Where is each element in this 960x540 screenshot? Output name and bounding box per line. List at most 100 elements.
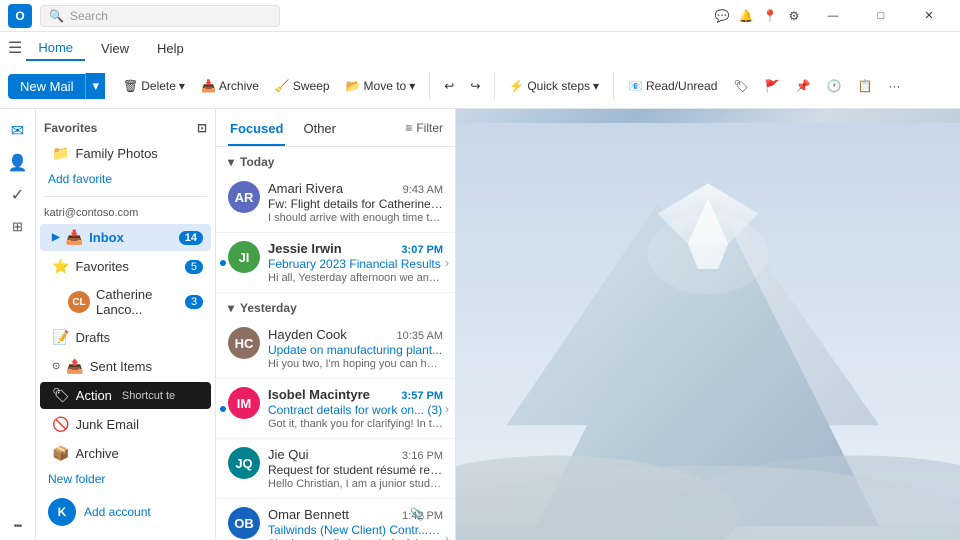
junk-icon: 🚫 bbox=[52, 416, 69, 433]
ribbon-tabs: ☰ Home View Help bbox=[0, 32, 960, 64]
new-mail-dropdown[interactable]: ▾ bbox=[85, 73, 105, 99]
tab-help[interactable]: Help bbox=[145, 37, 196, 60]
isobel-time: 3:57 PM bbox=[401, 390, 443, 402]
view-button[interactable]: 📋 bbox=[852, 76, 879, 96]
sidebar-item-archive[interactable]: 📦 Archive bbox=[40, 440, 211, 467]
add-account[interactable]: K Add account bbox=[36, 492, 215, 532]
hayden-avatar: HC bbox=[228, 327, 260, 359]
pin-icon: 📌 bbox=[796, 79, 811, 93]
divider-3 bbox=[613, 72, 614, 100]
inbox-label: Inbox bbox=[89, 230, 124, 245]
search-box[interactable]: 🔍 Search bbox=[40, 5, 280, 27]
omar-avatar: OB bbox=[228, 507, 260, 539]
archive-button[interactable]: 📥 Archive bbox=[195, 76, 265, 96]
sent-label: Sent Items bbox=[90, 359, 152, 374]
email-hayden[interactable]: HC Hayden Cook 10:35 AM Update on manufa… bbox=[216, 319, 455, 379]
window-controls: — □ ✕ bbox=[810, 0, 952, 32]
nav-apps[interactable]: ⊞ bbox=[4, 213, 32, 241]
hayden-header: Hayden Cook 10:35 AM bbox=[268, 327, 443, 342]
delete-button[interactable]: 🗑 Delete ▾ bbox=[117, 76, 191, 96]
sidebar-item-sent[interactable]: ⊙ 📤 Sent Items bbox=[40, 353, 211, 380]
jessie-sender: Jessie Irwin bbox=[268, 241, 342, 256]
sidebar-item-action[interactable]: 🏷 Action Shortcut te bbox=[40, 382, 211, 409]
sidebar-item-junk[interactable]: 🚫 Junk Email bbox=[40, 411, 211, 438]
redo-button[interactable]: ↪ bbox=[464, 76, 486, 96]
filter-label: Filter bbox=[416, 121, 443, 135]
tab-focused[interactable]: Focused bbox=[228, 117, 285, 146]
new-folder-link[interactable]: New folder bbox=[36, 468, 215, 490]
email-jie[interactable]: JQ Jie Qui 3:16 PM Request for student r… bbox=[216, 439, 455, 499]
jie-sender: Jie Qui bbox=[268, 447, 308, 462]
sidebar-item-drafts[interactable]: 📝 Drafts bbox=[40, 324, 211, 351]
group-yesterday[interactable]: ▾ Yesterday bbox=[216, 293, 455, 319]
sidebar-item-catherine[interactable]: CL Catherine Lanco... 3 bbox=[40, 282, 211, 322]
jessie-avatar: JI bbox=[228, 241, 260, 273]
expand-sent-icon: ⊙ bbox=[52, 361, 60, 372]
email-amari[interactable]: AR Amari Rivera 9:43 AM Fw: Flight detai… bbox=[216, 173, 455, 233]
tab-home[interactable]: Home bbox=[26, 36, 85, 61]
group-today[interactable]: ▾ Today bbox=[216, 147, 455, 173]
pin-button[interactable]: 📌 bbox=[790, 76, 817, 96]
move-to-button[interactable]: 📂 Move to ▾ bbox=[340, 76, 422, 96]
title-bar-right: 💬 🔔 📍 ⚙ — □ ✕ bbox=[714, 0, 952, 32]
sidebar-item-family-photos[interactable]: 📁 Family Photos bbox=[40, 140, 211, 167]
catherine-badge: 3 bbox=[185, 295, 203, 309]
settings-icon[interactable]: ⚙ bbox=[786, 8, 802, 24]
jessie-header: Jessie Irwin 3:07 PM bbox=[268, 241, 443, 256]
email-omar[interactable]: 📎 › OB Omar Bennett 1:42 PM Tailwinds (N… bbox=[216, 499, 455, 540]
new-mail-button[interactable]: New Mail bbox=[8, 74, 85, 99]
favorites-header: Favorites ⊡ bbox=[36, 117, 215, 139]
read-unread-button[interactable]: 📧 Read/Unread bbox=[622, 76, 723, 96]
flag-icon: 🚩 bbox=[765, 79, 780, 93]
email-jessie[interactable]: › JI Jessie Irwin 3:07 PM February 2023 … bbox=[216, 233, 455, 293]
nav-mail[interactable]: ✉ bbox=[4, 117, 32, 145]
add-favorite-link[interactable]: Add favorite bbox=[36, 168, 215, 190]
tab-view[interactable]: View bbox=[89, 37, 141, 60]
archive-icon: 📥 bbox=[201, 79, 216, 93]
favorites-expand-icon[interactable]: ⊡ bbox=[197, 121, 207, 135]
nav-people[interactable]: 👤 bbox=[4, 149, 32, 177]
chat-icon[interactable]: 💬 bbox=[714, 8, 730, 24]
tag-button[interactable]: 🏷 bbox=[727, 76, 754, 96]
more-button[interactable]: ··· bbox=[882, 76, 906, 96]
hayden-preview: Hi you two, I'm hoping you can help me bbox=[268, 358, 443, 370]
nav-tasks[interactable]: ✓ bbox=[4, 181, 32, 209]
undo-button[interactable]: ↩ bbox=[438, 76, 460, 96]
tab-other[interactable]: Other bbox=[301, 117, 338, 146]
amari-subject: Fw: Flight details for Catherine's gr... bbox=[268, 197, 443, 211]
sidebar: Favorites ⊡ 📁 Family Photos Add favorite… bbox=[36, 109, 216, 540]
hayden-sender: Hayden Cook bbox=[268, 327, 347, 342]
sidebar-item-favorites[interactable]: ⭐ Favorites 5 bbox=[40, 253, 211, 280]
group-today-chevron: ▾ bbox=[228, 155, 234, 169]
isobel-header: Isobel Macintyre 3:57 PM bbox=[268, 387, 443, 402]
maximize-button[interactable]: □ bbox=[858, 0, 904, 32]
location-icon[interactable]: 📍 bbox=[762, 8, 778, 24]
jessie-content: Jessie Irwin 3:07 PM February 2023 Finan… bbox=[268, 241, 443, 284]
clock-button[interactable]: 🕐 bbox=[821, 76, 848, 96]
sweep-button[interactable]: 🧹 Sweep bbox=[269, 76, 336, 96]
jessie-preview: Hi all, Yesterday afternoon we announced… bbox=[268, 272, 443, 284]
email-isobel[interactable]: › IM Isobel Macintyre 3:57 PM Contract d… bbox=[216, 379, 455, 439]
nav-more[interactable]: ••• bbox=[4, 512, 32, 540]
ribbon: ☰ Home View Help New Mail ▾ 🗑 Delete ▾ 📥… bbox=[0, 32, 960, 109]
omar-sender: Omar Bennett bbox=[268, 507, 349, 522]
jie-time: 3:16 PM bbox=[402, 450, 443, 462]
family-photos-label: Family Photos bbox=[75, 146, 157, 161]
folder-icon: 📁 bbox=[52, 145, 69, 162]
close-button[interactable]: ✕ bbox=[906, 0, 952, 32]
isobel-sender: Isobel Macintyre bbox=[268, 387, 370, 402]
drafts-label: Drafts bbox=[75, 330, 110, 345]
notification-icon[interactable]: 🔔 bbox=[738, 8, 754, 24]
sidebar-item-inbox[interactable]: ▶ 📥 Inbox 14 bbox=[40, 224, 211, 251]
flag-button[interactable]: 🚩 bbox=[759, 76, 786, 96]
quick-steps-button[interactable]: ⚡ Quick steps ▾ bbox=[503, 76, 605, 96]
jie-preview: Hello Christian, I am a junior studying … bbox=[268, 478, 443, 490]
isobel-content: Isobel Macintyre 3:57 PM Contract detail… bbox=[268, 387, 443, 430]
minimize-button[interactable]: — bbox=[810, 0, 856, 32]
hamburger-button[interactable]: ☰ bbox=[8, 38, 22, 58]
amari-avatar: AR bbox=[228, 181, 260, 213]
filter-button[interactable]: ≡ Filter bbox=[405, 121, 443, 143]
jie-header: Jie Qui 3:16 PM bbox=[268, 447, 443, 462]
expand-icon: ▶ bbox=[52, 232, 60, 243]
add-account-label: Add account bbox=[84, 505, 151, 519]
